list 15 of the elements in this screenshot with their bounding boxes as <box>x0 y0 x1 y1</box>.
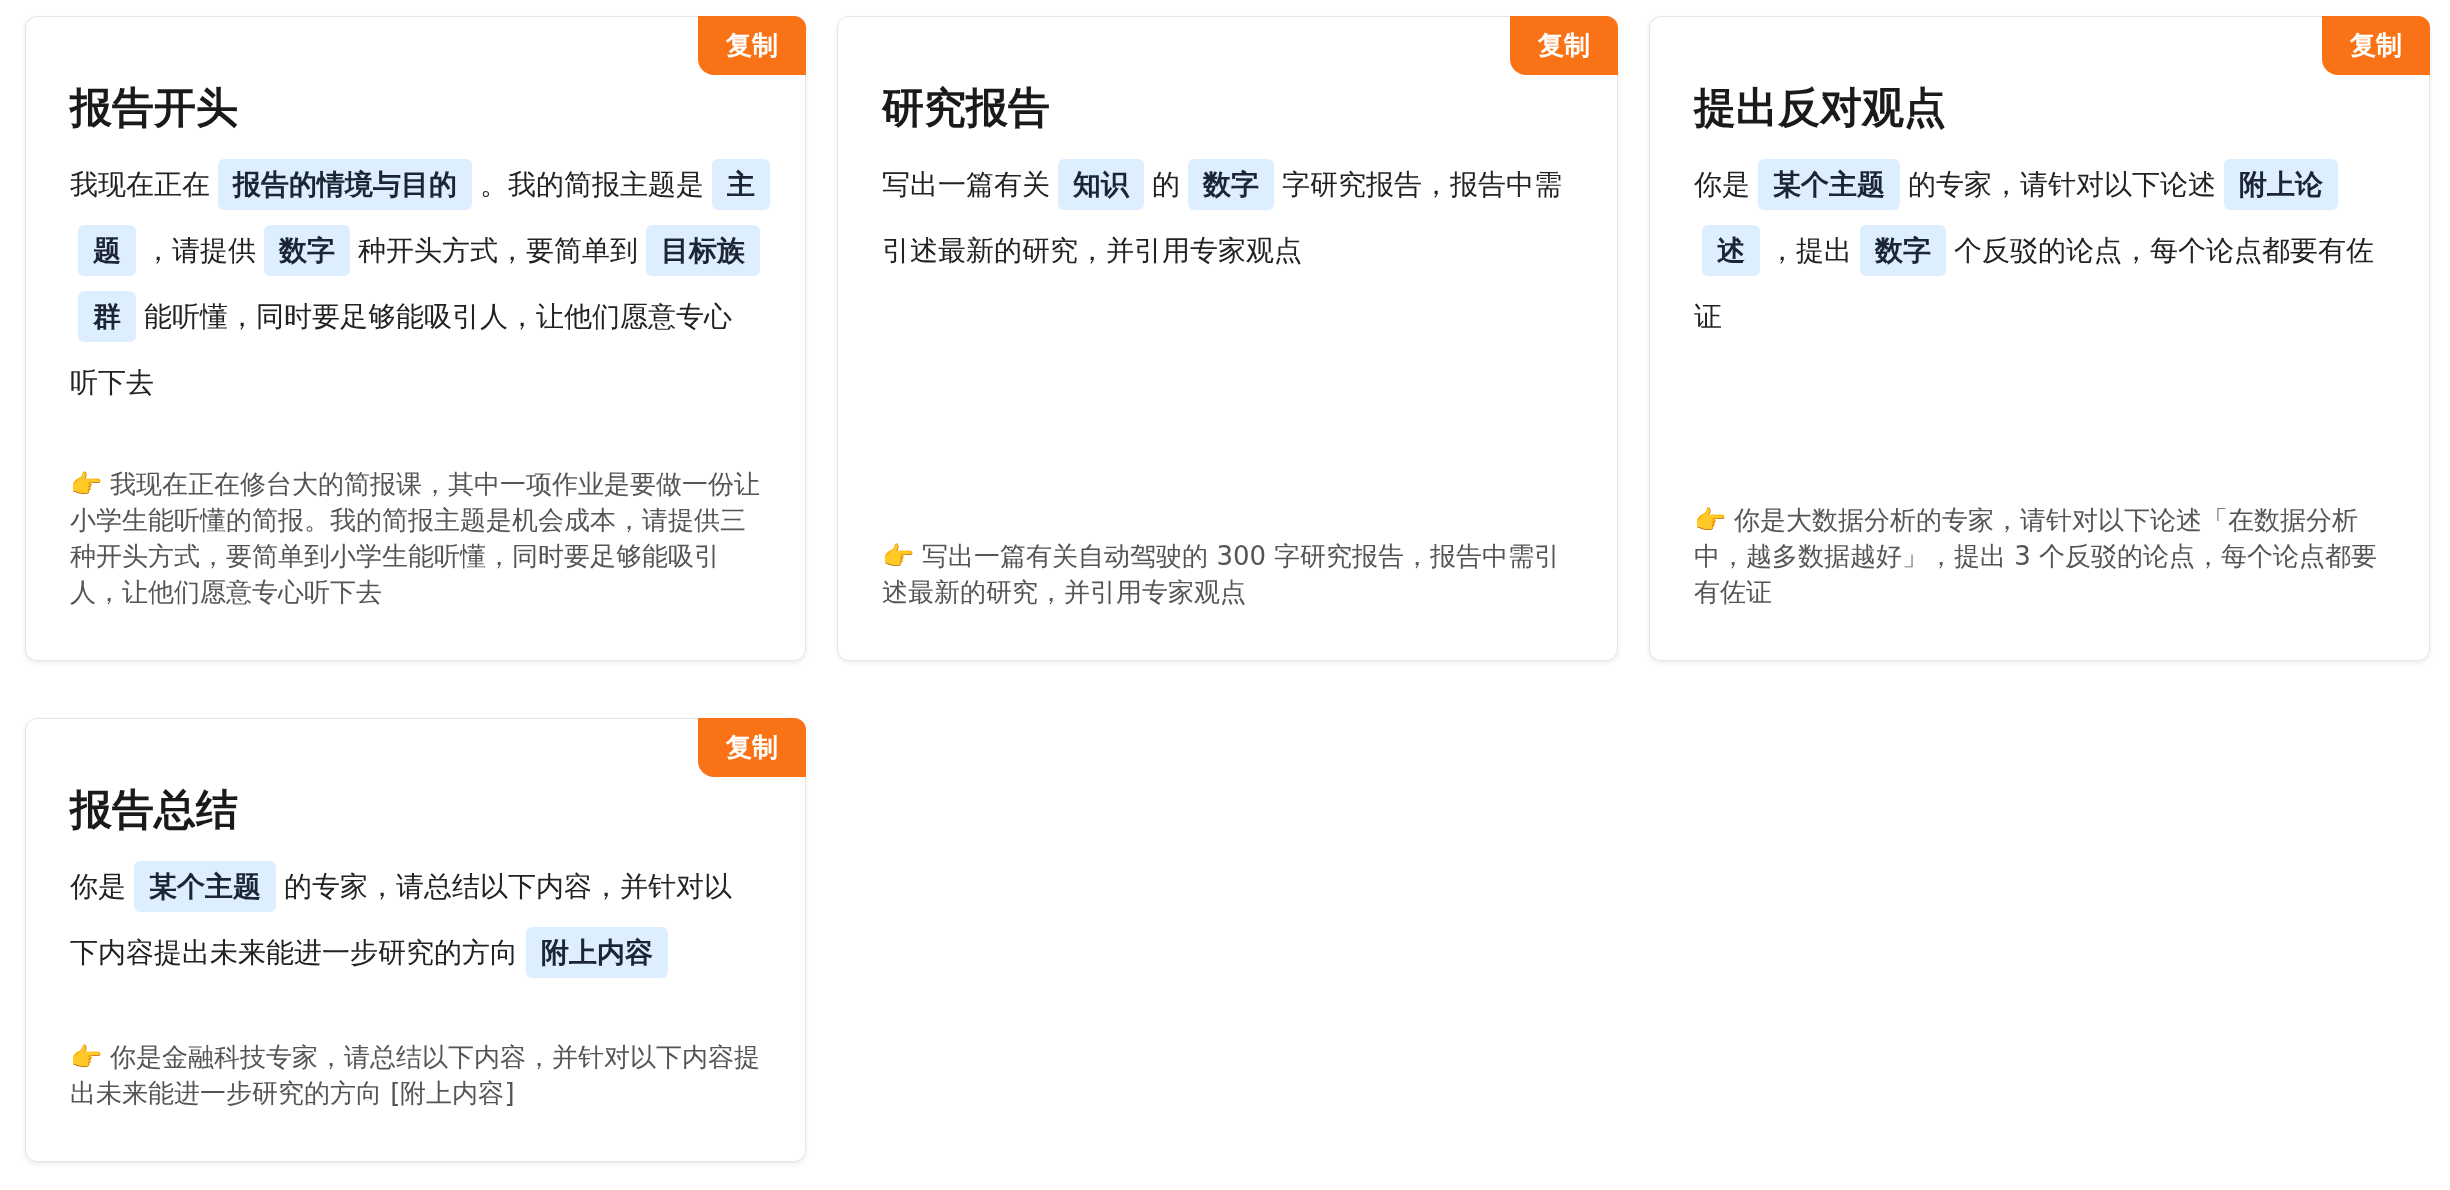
prompt-text: 写出一篇有关 知识 的 数字 字研究报告，报告中需引述最新的研究，并引用专家观点 <box>882 151 1595 284</box>
example-text: 👉 你是金融科技专家，请总结以下内容，并针对以下内容提出未来能进一步研究的方向 [附上内容] <box>70 1040 761 1110</box>
copy-button[interactable]: 复制 <box>2322 16 2430 75</box>
prompt-text: 我现在正在 报告的情境与目的 。我的简报主题是 主题 ，请提供 数字 种开头方式，要简单到 目标族群 能听懂，同时要足够能吸引人，让他们愿意专心听下去 <box>70 151 783 416</box>
card-title: 研究报告 <box>882 82 1051 134</box>
example-text: 👉 我现在正在修台大的简报课，其中一项作业是要做一份让小学生能听懂的简报。我的简报主题是机会成本，请提供三种开头方式，要简单到小学生能听懂，同时要足够能吸引人，让他们愿意专心听下去 <box>70 467 761 609</box>
copy-button[interactable]: 复制 <box>1510 16 1618 75</box>
card-title: 提出反对观点 <box>1694 82 1947 134</box>
card-title: 报告开头 <box>70 82 239 134</box>
copy-button[interactable]: 复制 <box>698 717 806 777</box>
copy-button[interactable]: 复制 <box>698 16 806 75</box>
prompt-text: 你是 某个主题 的专家，请总结以下内容，并针对以下内容提出未来能进一步研究的方向 附上内容 <box>70 853 783 986</box>
example-text: 👉 写出一篇有关自动驾驶的 300 字研究报告，报告中需引述最新的研究，并引用专家观点 <box>882 539 1562 609</box>
example-text: 👉 你是大数据分析的专家，请针对以下论述「在数据分析中，越多数据越好」，提出 3 个反驳的论点，每个论点都要有佐证 <box>1694 503 2379 609</box>
card-title: 报告总结 <box>70 783 239 836</box>
